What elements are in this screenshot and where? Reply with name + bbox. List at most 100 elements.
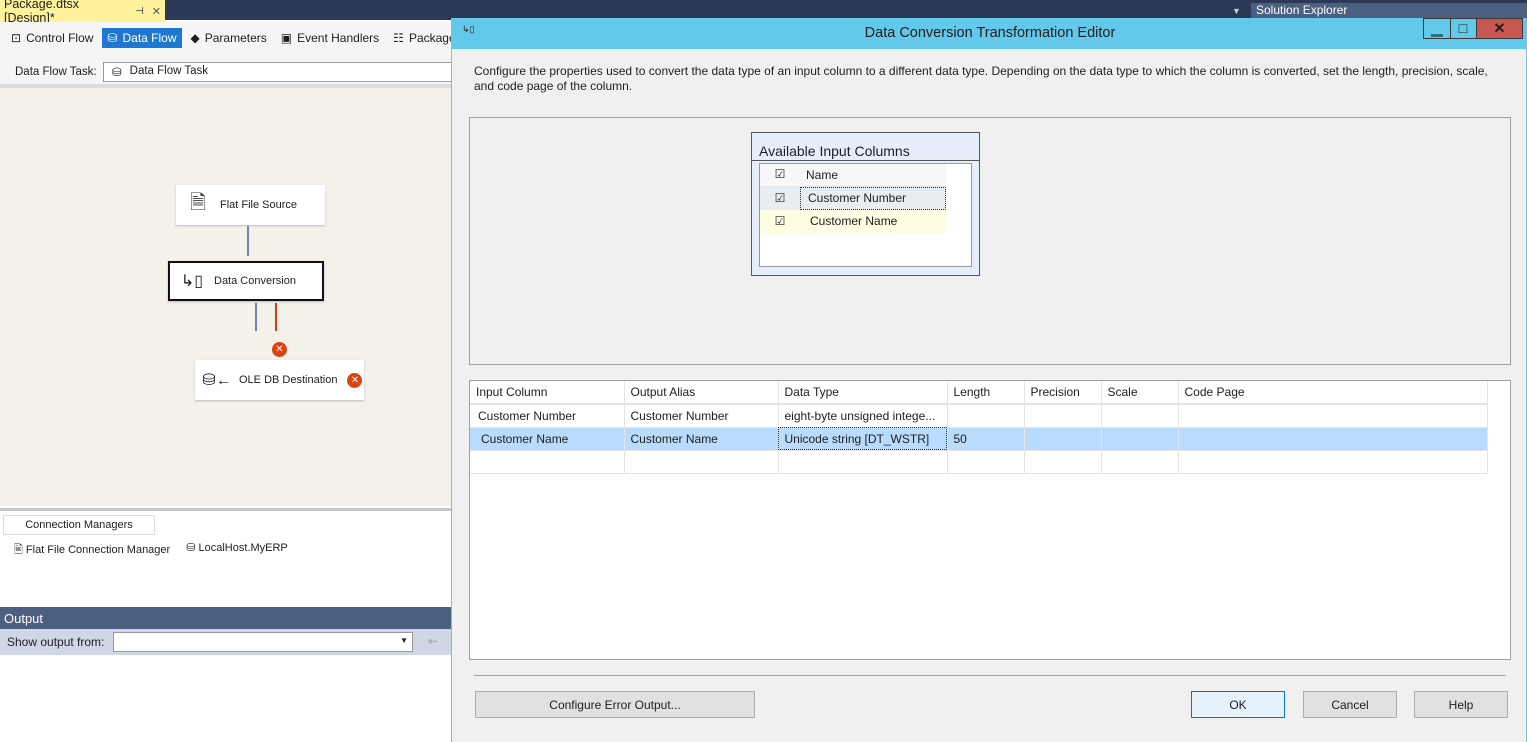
tab-label: Control Flow: [26, 31, 94, 45]
cell-precision[interactable]: [1024, 427, 1102, 451]
output-toolbar: Show output from: ▼ ⇤: [0, 629, 451, 655]
header-input-column: Input Column: [470, 381, 625, 405]
task-value: Data Flow Task: [129, 65, 209, 77]
database-icon: ⛁←: [202, 372, 232, 389]
show-output-select[interactable]: ▼: [113, 632, 413, 652]
cell-length[interactable]: 50: [947, 427, 1025, 451]
header-data-type: Data Type: [778, 381, 948, 405]
column-name: Customer Name: [810, 214, 898, 228]
connection-item[interactable]: 🖹 Flat File Connection Manager: [14, 541, 170, 560]
maximize-button[interactable]: □: [1450, 18, 1477, 39]
dialog-app-icon: ↳▯: [462, 24, 475, 34]
conversion-grid: Input Column Output Alias Data Type Leng…: [469, 380, 1511, 660]
cell-code-page[interactable]: [1178, 427, 1488, 451]
package-explorer-icon: ☷: [393, 31, 404, 45]
tab-label: Parameters: [204, 31, 267, 45]
cell-data-type[interactable]: eight-byte unsigned intege...: [778, 404, 948, 428]
select-all-checkbox[interactable]: ☑: [760, 164, 800, 186]
tab-label: Event Handlers: [297, 31, 380, 45]
connection-label: LocalHost.MyERP: [198, 542, 288, 554]
parameters-icon: ◆: [190, 31, 200, 45]
cell-length[interactable]: [947, 404, 1025, 428]
flat-file-source-node[interactable]: 🗎 Flat File Source: [176, 185, 325, 225]
data-conversion-node[interactable]: ↳▯ Data Conversion: [168, 261, 324, 301]
column-checkbox[interactable]: ☑: [760, 187, 800, 210]
grid-header-row: Input Column Output Alias Data Type Leng…: [470, 381, 1488, 405]
output-panel-header: Output: [0, 607, 451, 629]
configure-error-output-button[interactable]: Configure Error Output...: [475, 691, 755, 718]
path-arrow[interactable]: [247, 226, 249, 256]
ok-button[interactable]: OK: [1191, 691, 1285, 718]
available-input-columns: Available Input Columns ☑ Name ☑ Custome…: [751, 132, 980, 276]
cell-input-column[interactable]: Customer Number: [470, 404, 625, 428]
dialog-description: Configure the properties used to convert…: [474, 64, 1488, 93]
column-header-row: ☑ Name: [760, 164, 946, 187]
design-canvas[interactable]: 🗎 Flat File Source ↳▯ Data Conversion ✕ …: [0, 88, 451, 506]
header-output-alias: Output Alias: [624, 381, 779, 405]
solution-explorer-title: Solution Explorer: [1256, 3, 1348, 17]
data-flow-task-icon: ⛁: [112, 67, 122, 79]
cell-output-alias[interactable]: Customer Name: [624, 427, 779, 451]
show-output-label: Show output from:: [7, 635, 105, 649]
cell-scale[interactable]: [1101, 427, 1179, 451]
pin-icon[interactable]: ⊣: [135, 6, 144, 17]
column-row[interactable]: ☑ Customer Name: [760, 210, 946, 233]
error-icon: ✕: [347, 372, 363, 388]
cancel-button[interactable]: Cancel: [1303, 691, 1397, 718]
chevron-down-icon: ▼: [400, 636, 408, 645]
divider: [474, 675, 1506, 676]
name-header: Name: [806, 168, 839, 182]
cell-output-alias[interactable]: Customer Number: [624, 404, 779, 428]
dialog-title-bar: ↳▯ Data Conversion Transformation Editor…: [452, 18, 1527, 49]
ole-db-destination-node[interactable]: ⛁← OLE DB Destination ✕: [195, 360, 364, 400]
data-conversion-icon: ↳▯: [180, 273, 204, 290]
connection-item[interactable]: ⛁ LocalHost.MyERP: [186, 541, 288, 560]
column-name: Customer Number: [800, 187, 946, 210]
connection-managers-panel: Connection Managers 🖹 Flat File Connecti…: [0, 508, 451, 602]
task-select[interactable]: ⛁ Data Flow Task: [103, 62, 463, 82]
solution-explorer-header[interactable]: Solution Explorer: [1251, 3, 1527, 19]
cell-precision[interactable]: [1024, 404, 1102, 428]
tab-control-flow[interactable]: ⊡ Control Flow: [6, 28, 98, 48]
event-handlers-icon: ▣: [280, 31, 293, 45]
node-label: Flat File Source: [220, 199, 298, 211]
data-conversion-editor-dialog: ↳▯ Data Conversion Transformation Editor…: [451, 18, 1527, 742]
close-button[interactable]: ✕: [1477, 18, 1523, 39]
success-path-arrow[interactable]: [255, 303, 257, 331]
designer-tabs: ⊡ Control Flow ⛁ Data Flow ◆ Parameters ▣ Ev…: [0, 22, 504, 54]
help-button[interactable]: Help: [1414, 691, 1508, 718]
connection-managers-tab[interactable]: Connection Managers: [3, 515, 155, 535]
data-flow-icon: ⛁: [107, 31, 118, 45]
error-icon: ✕: [272, 342, 287, 357]
tab-event-handlers[interactable]: ▣ Event Handlers: [276, 28, 384, 48]
task-label: Data Flow Task:: [15, 66, 97, 78]
task-selector-row: Data Flow Task: ⛁ Data Flow Task: [0, 54, 463, 88]
cell-input-column[interactable]: Customer Name: [470, 427, 625, 451]
tab-parameters[interactable]: ◆ Parameters: [186, 28, 272, 48]
cell-data-type[interactable]: Unicode string [DT_WSTR]: [778, 427, 948, 451]
table-row-empty[interactable]: [470, 450, 1488, 474]
control-flow-icon: ⊡: [11, 31, 22, 45]
available-columns-area: [469, 117, 1511, 365]
table-row[interactable]: Customer Number Customer Number eight-by…: [470, 404, 1488, 428]
tab-label: Connection Managers: [25, 519, 133, 531]
minimize-button[interactable]: ▁: [1423, 18, 1451, 39]
column-checkbox[interactable]: ☑: [760, 210, 800, 233]
cell-scale[interactable]: [1101, 404, 1179, 428]
close-icon[interactable]: ✕: [152, 5, 161, 18]
node-label: Data Conversion: [214, 275, 296, 287]
document-tab[interactable]: Package.dtsx [Design]* ⊣ ✕: [0, 0, 165, 25]
database-connection-icon: ⛁: [186, 542, 199, 554]
error-path-arrow[interactable]: [275, 303, 277, 331]
flat-file-icon: 🗎: [189, 192, 207, 214]
output-title: Output: [4, 611, 44, 626]
available-columns-title: Available Input Columns: [752, 133, 979, 161]
table-row-selected[interactable]: Customer Name Customer Name Unicode stri…: [470, 427, 1488, 451]
header-code-page: Code Page: [1178, 381, 1488, 405]
column-row[interactable]: ☑ Customer Number: [760, 187, 946, 210]
clear-output-icon[interactable]: ⇤: [428, 634, 438, 648]
cell-code-page[interactable]: [1178, 404, 1488, 428]
tab-data-flow[interactable]: ⛁ Data Flow: [102, 28, 182, 48]
header-scale: Scale: [1101, 381, 1179, 405]
dropdown-arrow-icon[interactable]: ▼: [1232, 6, 1241, 16]
